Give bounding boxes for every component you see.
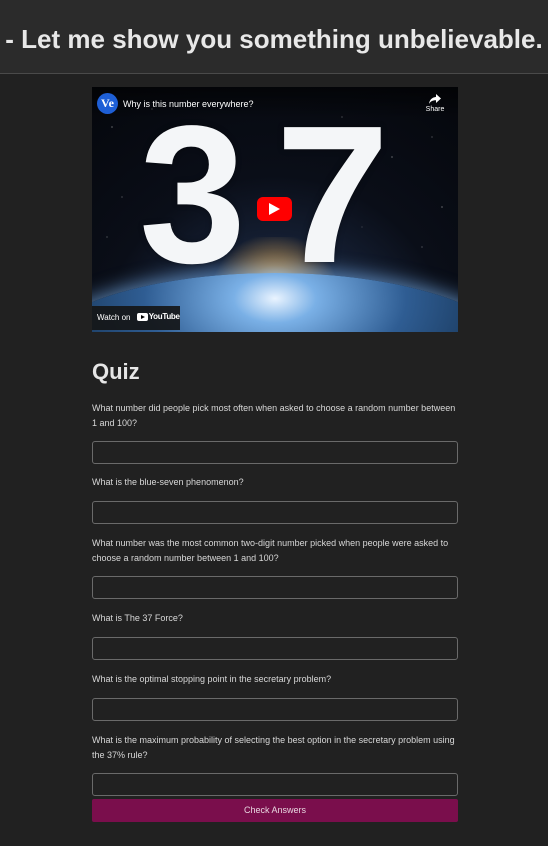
youtube-logo-text: YouTube	[148, 312, 180, 321]
quiz-title: Quiz	[92, 359, 140, 384]
watch-on-youtube-link[interactable]: Watch on YouTube	[92, 306, 180, 330]
page-header: - Let me show you something unbelievable…	[0, 0, 548, 74]
share-label: Share	[425, 106, 445, 113]
video-embed[interactable]: 3 7 Ve Why is this number everywhere? Sh…	[92, 87, 458, 332]
answer-input-4[interactable]	[92, 637, 458, 660]
question-6: What is the maximum probability of selec…	[92, 735, 455, 760]
check-answers-button[interactable]: Check Answers	[92, 799, 458, 822]
watch-on-label: Watch on	[97, 313, 131, 323]
page-title: - Let me show you something unbelievable…	[5, 24, 543, 54]
youtube-logo: YouTube	[136, 305, 180, 329]
answer-input-6[interactable]	[92, 773, 458, 796]
question-1: What number did people pick most often w…	[92, 403, 456, 428]
thumbnail-digit-7: 7	[275, 87, 390, 304]
video-title[interactable]: Why is this number everywhere?	[123, 98, 254, 110]
answer-input-2[interactable]	[92, 501, 458, 524]
channel-avatar[interactable]: Ve	[97, 93, 118, 114]
thumbnail-digit-3: 3	[139, 87, 246, 304]
answer-input-5[interactable]	[92, 698, 458, 721]
share-button[interactable]: Share	[420, 93, 450, 119]
question-5: What is the optimal stopping point in th…	[92, 674, 332, 684]
share-icon	[429, 94, 441, 104]
question-3: What number was the most common two-digi…	[92, 538, 449, 563]
question-4: What is The 37 Force?	[92, 613, 183, 623]
question-2: What is the blue-seven phenomenon?	[92, 477, 244, 487]
youtube-play-icon	[136, 313, 148, 321]
answer-input-3[interactable]	[92, 576, 458, 599]
play-button[interactable]	[257, 197, 292, 221]
play-icon	[269, 203, 280, 215]
answer-input-1[interactable]	[92, 441, 458, 464]
